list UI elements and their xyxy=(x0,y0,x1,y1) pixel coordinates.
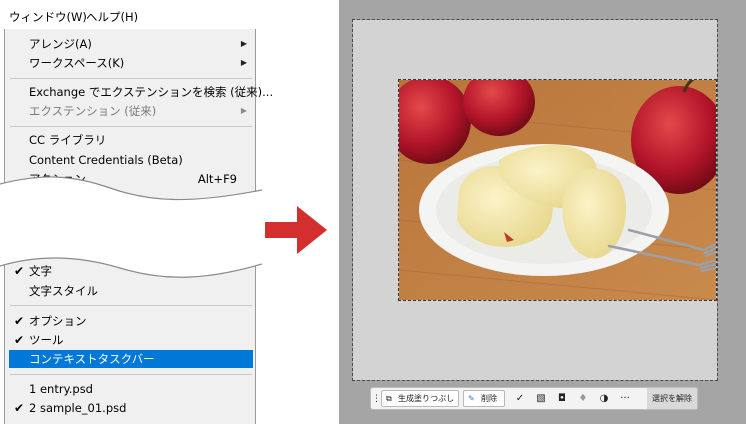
menu-window[interactable]: ウィンドウ(W) xyxy=(9,9,87,25)
menu-item-contextual-taskbar[interactable]: コンテキストタスクバー xyxy=(9,350,253,368)
contextual-taskbar: ⋮ ⧉ 生成塗りつぶし ✎ 削除 ✓ ▧ ◘ ♦ ◑ ··· 選択を解除 xyxy=(370,387,698,410)
menu-separator xyxy=(10,78,252,79)
submenu-arrow-icon: ▶ xyxy=(240,106,247,115)
menu-separator xyxy=(10,126,252,127)
submenu-arrow-icon: ▶ xyxy=(240,39,247,48)
menu-item-exchange-extensions[interactable]: Exchange でエクステンションを検索 (従来)... xyxy=(9,83,273,101)
menu-bar: ウィンドウ(W) ヘルプ(H) xyxy=(0,0,256,32)
deselect-button[interactable]: 選択を解除 xyxy=(647,388,697,409)
right-arrow-icon xyxy=(265,206,327,254)
menu-item-options[interactable]: ✔ オプション xyxy=(9,312,253,330)
fill-bucket-icon: ♦ xyxy=(578,393,588,404)
mask-icon[interactable]: ◘ xyxy=(555,392,569,406)
torn-paper-break xyxy=(0,176,262,278)
invert-selection-icon[interactable]: ▧ xyxy=(534,392,548,406)
menu-item-content-credentials[interactable]: Content Credentials (Beta) xyxy=(9,151,253,169)
menu-item-extensions-legacy: エクステンション (従来) ▶ xyxy=(29,104,247,118)
menu-item-tools[interactable]: ✔ ツール xyxy=(9,331,253,349)
check-icon: ✔ xyxy=(14,401,25,415)
menu-separator xyxy=(10,374,252,375)
generative-fill-button[interactable]: ⧉ 生成塗りつぶし xyxy=(381,390,459,407)
grip-icon[interactable]: ⋮ xyxy=(372,392,381,406)
menu-item-arrange[interactable]: アレンジ(A) ▶ xyxy=(9,35,253,53)
generative-fill-icon: ⧉ xyxy=(386,394,392,403)
menu-item-recent-entry[interactable]: 1 entry.psd xyxy=(9,380,253,398)
menu-separator xyxy=(10,305,252,306)
adjustment-icon[interactable]: ◑ xyxy=(597,392,611,406)
modify-selection-icon[interactable]: ✓ xyxy=(513,392,527,406)
brush-remove-icon: ✎ xyxy=(468,394,475,403)
menu-help[interactable]: ヘルプ(H) xyxy=(86,9,138,25)
menu-item-recent-sample[interactable]: ✔ 2 sample_01.psd xyxy=(9,399,253,417)
menu-item-cc-libraries[interactable]: CC ライブラリ xyxy=(9,131,253,149)
check-icon: ✔ xyxy=(14,314,25,328)
delete-button[interactable]: ✎ 削除 xyxy=(463,390,505,407)
menu-item-workspace[interactable]: ワークスペース(K) ▶ xyxy=(9,54,253,72)
apple-photo[interactable] xyxy=(398,79,717,301)
more-options-button[interactable]: ··· xyxy=(618,392,632,406)
check-icon: ✔ xyxy=(14,333,25,347)
submenu-arrow-icon: ▶ xyxy=(240,58,247,67)
